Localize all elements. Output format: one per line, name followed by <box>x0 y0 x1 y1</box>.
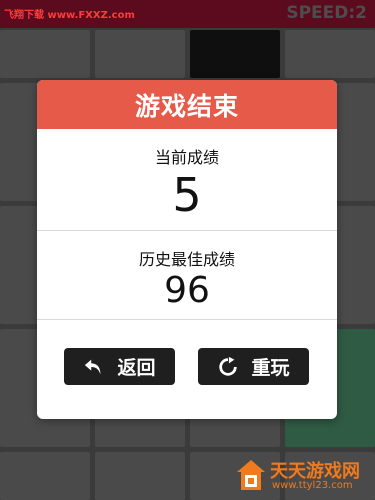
back-arrow-icon <box>83 356 105 378</box>
best-score-value: 96 <box>164 270 210 311</box>
current-score-value: 5 <box>172 168 202 222</box>
board-tile <box>95 452 185 500</box>
current-score-label: 当前成绩 <box>154 148 219 167</box>
divider <box>37 319 337 320</box>
house-logo-icon <box>236 459 266 491</box>
speed-indicator: SPEED:2 <box>286 3 367 23</box>
board-tile <box>0 452 90 500</box>
board-tile <box>0 30 90 78</box>
back-button-label: 返回 <box>117 357 156 379</box>
board-tile <box>285 30 375 78</box>
best-score-label: 历史最佳成绩 <box>138 250 235 269</box>
replay-button[interactable]: 重玩 <box>198 348 309 385</box>
board-tile <box>95 30 185 78</box>
site-logo: 天天游戏网 www.ttyl23.com <box>236 455 372 497</box>
back-button[interactable]: 返回 <box>64 348 175 385</box>
top-bar: 飞翔下载 www.FXXZ.com SPEED:2 <box>0 0 375 28</box>
dialog-title: 游戏结束 <box>37 80 337 129</box>
divider <box>37 230 337 231</box>
game-over-dialog: 游戏结束 当前成绩 5 历史最佳成绩 96 返回 重玩 <box>37 80 337 419</box>
board-tile-black <box>190 30 280 78</box>
watermark-text: 飞翔下载 www.FXXZ.com <box>4 10 135 21</box>
replay-button-label: 重玩 <box>251 357 290 379</box>
refresh-icon <box>217 356 239 378</box>
logo-url: www.ttyl23.com <box>272 480 353 491</box>
